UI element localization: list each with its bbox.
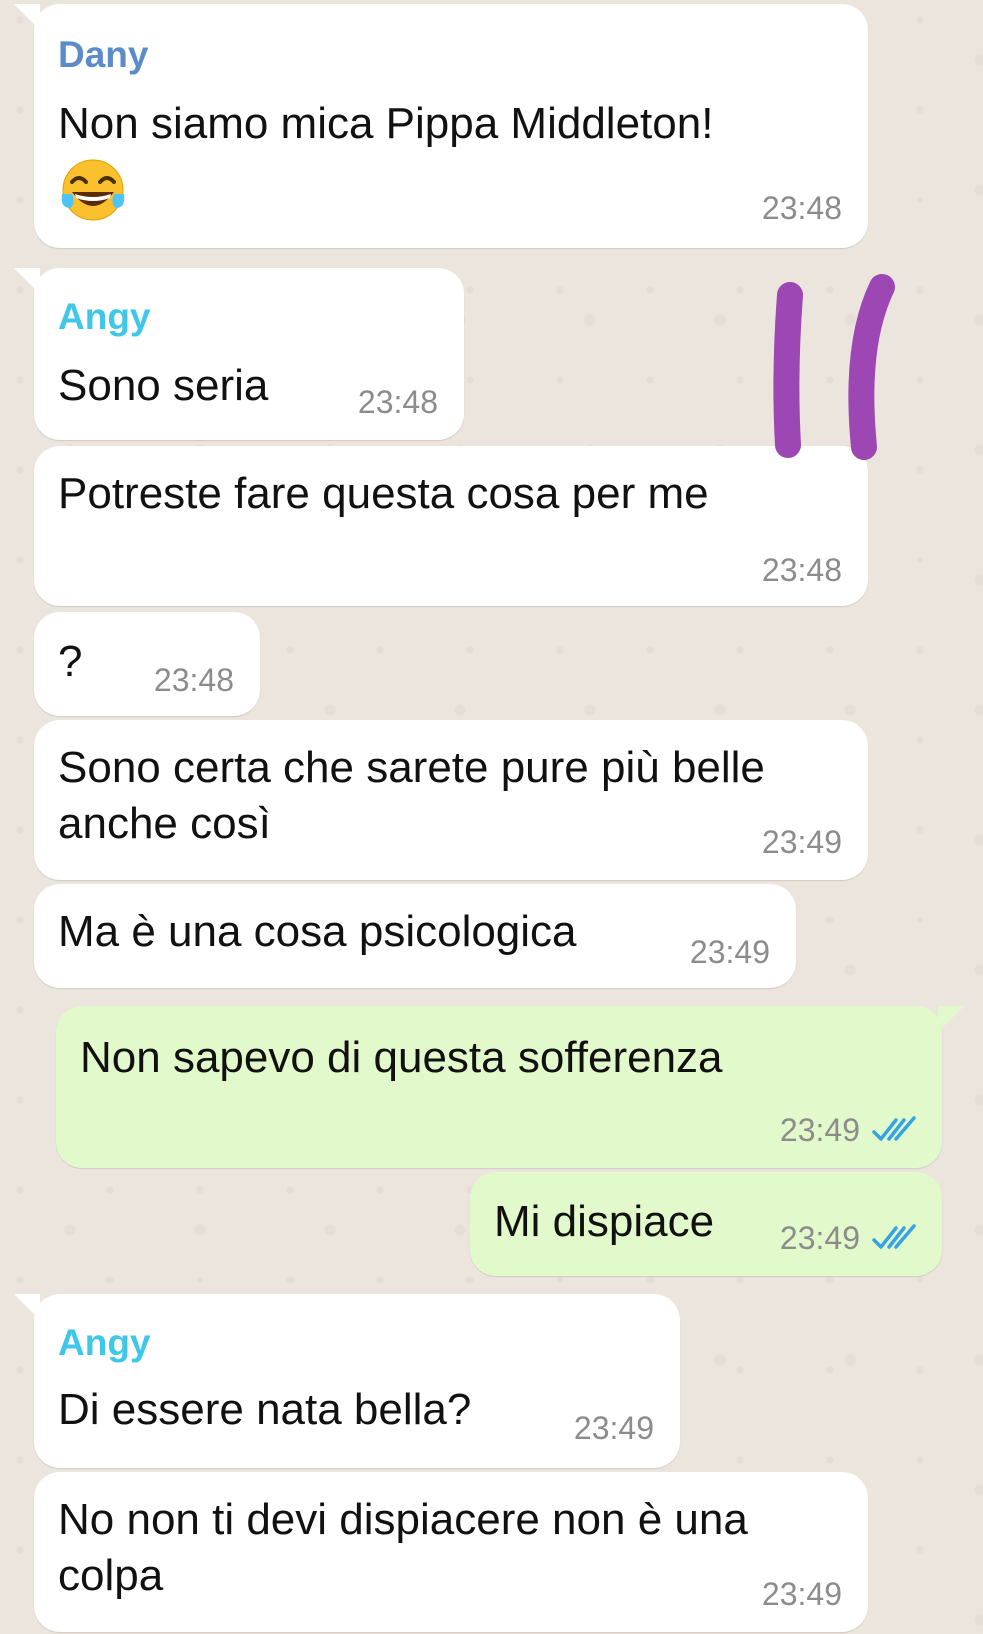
message-text: Non siamo mica Pippa Middleton! xyxy=(58,99,714,148)
message-text-line-2: colpa xyxy=(58,1551,164,1600)
purple-scribble-annotation xyxy=(773,274,895,460)
message-time: 23:49 xyxy=(573,1410,654,1446)
message-text: Non sapevo di questa sofferenza xyxy=(80,1033,723,1082)
message-bubble-outgoing[interactable]: Mi dispiace 23:49 xyxy=(470,1172,942,1276)
message-time: 23:48 xyxy=(153,662,234,698)
sender-name: Dany xyxy=(58,34,149,75)
message-text: Di essere nata bella? xyxy=(58,1385,472,1434)
message-text: Ma è una cosa psicologica xyxy=(58,907,577,956)
message-text-line-1: Sono certa che sarete pure più belle xyxy=(58,743,765,792)
bubble-tail xyxy=(938,1006,964,1032)
message-time: 23:49 xyxy=(761,1576,842,1612)
sender-name: Angy xyxy=(58,1322,151,1363)
read-receipt-double-check-icon xyxy=(872,1116,916,1141)
message-text-line-2: anche così xyxy=(58,799,271,848)
message-text: ? xyxy=(58,637,83,686)
message-time: 23:48 xyxy=(357,384,438,420)
message-text-line-1: No non ti devi dispiacere non è una xyxy=(58,1495,748,1544)
message-bubble-incoming[interactable]: Potreste fare questa cosa per me 23:48 xyxy=(34,446,868,606)
message-text: Sono seria xyxy=(58,361,269,410)
message-bubble-incoming[interactable]: Dany Non siamo mica Pippa Middleton! 23:… xyxy=(34,4,868,248)
message-bubble-incoming[interactable]: Angy Di essere nata bella? 23:49 xyxy=(34,1294,680,1468)
laughing-emoji-icon xyxy=(61,159,125,221)
message-time: 23:49 xyxy=(779,1220,860,1256)
sender-name: Angy xyxy=(58,296,151,337)
message-time: 23:48 xyxy=(761,190,842,226)
message-text: Mi dispiace xyxy=(494,1197,715,1246)
message-time: 23:49 xyxy=(761,824,842,860)
message-time: 23:49 xyxy=(689,934,770,970)
message-bubble-incoming[interactable]: Sono certa che sarete pure più belle anc… xyxy=(34,720,868,880)
message-time: 23:48 xyxy=(761,552,842,588)
message-bubble-outgoing[interactable]: Non sapevo di questa sofferenza 23:49 xyxy=(56,1006,942,1168)
message-text: Potreste fare questa cosa per me xyxy=(58,469,709,518)
message-bubble-incoming[interactable]: No non ti devi dispiacere non è una colp… xyxy=(34,1472,868,1632)
message-time: 23:49 xyxy=(779,1112,860,1148)
chat-conversation: Dany Non siamo mica Pippa Middleton! 23:… xyxy=(0,0,983,1634)
message-bubble-incoming[interactable]: ? 23:48 xyxy=(34,612,260,716)
message-bubble-incoming[interactable]: Angy Sono seria 23:48 xyxy=(34,268,464,440)
read-receipt-double-check-icon xyxy=(872,1224,916,1249)
message-bubble-incoming[interactable]: Ma è una cosa psicologica 23:49 xyxy=(34,884,796,988)
